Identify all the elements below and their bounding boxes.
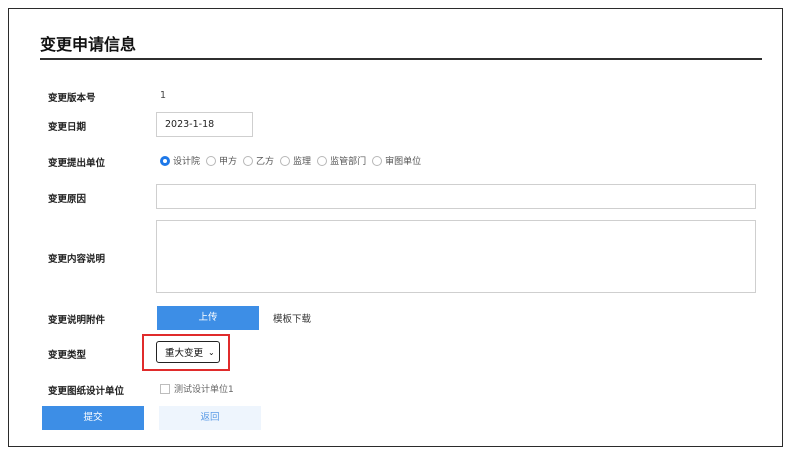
radio-empty-icon	[317, 155, 328, 166]
submit-button[interactable]: 提交	[42, 406, 144, 430]
radio-label: 监管部门	[330, 157, 367, 167]
radio-label: 甲方	[219, 157, 238, 167]
attachment-label: 变更说明附件	[48, 315, 106, 326]
reason-label: 变更原因	[48, 194, 87, 205]
radio-design-institute[interactable]: 设计院	[160, 154, 200, 167]
reason-input[interactable]	[156, 184, 756, 209]
radio-label: 设计院	[173, 157, 201, 167]
version-value: 1	[160, 90, 167, 101]
content-textarea[interactable]	[156, 220, 756, 293]
template-download-link[interactable]: 模板下载	[273, 311, 311, 325]
title-divider	[40, 58, 762, 60]
change-type-value: 重大变更	[165, 348, 204, 359]
radio-review-unit[interactable]: 审图单位	[372, 154, 421, 167]
content-label: 变更内容说明	[48, 254, 106, 265]
design-unit-option-label: 测试设计单位1	[174, 385, 234, 395]
radio-empty-icon	[280, 155, 291, 166]
back-button[interactable]: 返回	[159, 406, 261, 430]
radio-label: 乙方	[256, 157, 275, 167]
design-unit-checkbox-row[interactable]: 测试设计单位1	[160, 382, 234, 395]
radio-label: 审图单位	[385, 157, 422, 167]
date-label: 变更日期	[48, 122, 87, 133]
radio-empty-icon	[206, 155, 217, 166]
type-label: 变更类型	[48, 350, 87, 361]
version-label: 变更版本号	[48, 93, 96, 104]
radio-empty-icon	[372, 155, 383, 166]
radio-label: 监理	[293, 157, 312, 167]
upload-button[interactable]: 上传	[157, 306, 259, 330]
chevron-down-icon: ⌄	[208, 347, 215, 357]
radio-empty-icon	[243, 155, 254, 166]
radio-supervisor[interactable]: 监理	[280, 154, 311, 167]
radio-party-b[interactable]: 乙方	[243, 154, 274, 167]
radio-selected-icon	[160, 155, 170, 166]
proposer-label: 变更提出单位	[48, 158, 106, 169]
radio-regulator[interactable]: 监管部门	[317, 154, 366, 167]
change-type-select[interactable]: 重大变更 ⌄	[156, 341, 220, 363]
date-input[interactable]: 2023-1-18	[156, 112, 253, 137]
checkbox-icon[interactable]	[160, 383, 170, 394]
radio-party-a[interactable]: 甲方	[206, 154, 237, 167]
design-unit-label: 变更图纸设计单位	[48, 386, 125, 397]
page-title: 变更申请信息	[40, 35, 137, 54]
proposer-radio-group: 设计院 甲方 乙方 监理 监管部门 审图单位	[160, 154, 427, 167]
